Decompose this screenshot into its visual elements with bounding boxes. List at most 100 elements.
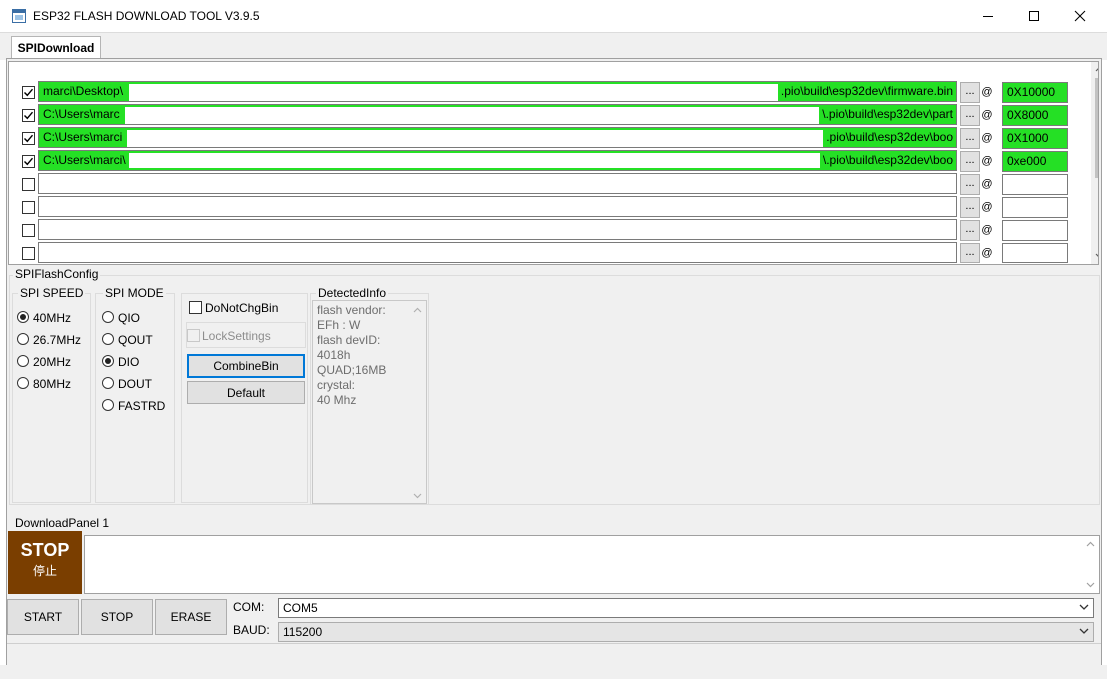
file-checkbox-2[interactable] bbox=[22, 109, 35, 122]
background-window-edge bbox=[1102, 462, 1107, 502]
file-path-input-8[interactable] bbox=[38, 242, 957, 263]
file-checkbox-4[interactable] bbox=[22, 155, 35, 168]
browse-button-2[interactable]: ... bbox=[960, 105, 980, 126]
radio-selected-dot bbox=[105, 358, 111, 364]
file-path-input-5[interactable] bbox=[38, 173, 957, 194]
at-label: @ bbox=[981, 224, 993, 236]
at-label: @ bbox=[981, 86, 993, 98]
tab-strip bbox=[0, 32, 1107, 60]
detected-line: 40 Mhz bbox=[317, 393, 357, 407]
log-scroll-down-icon[interactable] bbox=[1086, 582, 1095, 588]
file-checkbox-6[interactable] bbox=[22, 201, 35, 214]
minimize-button[interactable] bbox=[965, 0, 1011, 32]
log-textarea[interactable] bbox=[84, 535, 1100, 594]
downloadpanel-title: DownloadPanel 1 bbox=[13, 516, 112, 530]
browse-button-6[interactable]: ... bbox=[960, 197, 980, 218]
maximize-icon bbox=[1029, 11, 1039, 21]
address-input-5[interactable] bbox=[1002, 174, 1068, 195]
mode-dout-radio[interactable] bbox=[102, 377, 114, 389]
erase-button[interactable]: ERASE bbox=[155, 599, 227, 635]
com-select[interactable]: COM5 bbox=[278, 598, 1094, 618]
scroll-down-icon[interactable] bbox=[1095, 253, 1099, 259]
mode-fastrd-label[interactable]: FASTRD bbox=[118, 399, 165, 413]
detected-line: 4018h bbox=[317, 348, 351, 362]
close-button[interactable] bbox=[1057, 0, 1103, 32]
mode-qout-radio[interactable] bbox=[102, 333, 114, 345]
browse-button-4[interactable]: ... bbox=[960, 151, 980, 172]
file-checkbox-3[interactable] bbox=[22, 132, 35, 145]
mode-qout-label[interactable]: QOUT bbox=[118, 333, 153, 347]
checkmark-icon bbox=[24, 157, 34, 166]
file-path-input-1[interactable]: marci\Desktop\ .pio\build\esp32dev\firmw… bbox=[38, 81, 957, 102]
status-text-cn: 停止 bbox=[32, 564, 57, 578]
file-path-input-2[interactable]: C:\Users\marc \.pio\build\esp32dev\part bbox=[38, 104, 957, 125]
combinebin-button[interactable]: CombineBin bbox=[187, 354, 305, 378]
donotchgbin-label[interactable]: DoNotChgBin bbox=[205, 301, 278, 315]
close-icon bbox=[1074, 10, 1086, 22]
checkmark-icon bbox=[24, 88, 34, 97]
file-checkbox-1[interactable] bbox=[22, 86, 35, 99]
file-checkbox-7[interactable] bbox=[22, 224, 35, 237]
address-input-4[interactable]: 0xe000 bbox=[1002, 151, 1068, 172]
speed-26-7mhz-radio[interactable] bbox=[17, 333, 29, 345]
checkmark-icon bbox=[24, 111, 34, 120]
file-path-input-4[interactable]: C:\Users\marci\ \.pio\build\esp32dev\boo bbox=[38, 150, 957, 171]
address-input-6[interactable] bbox=[1002, 197, 1068, 218]
spiflashconfig-title: SPIFlashConfig bbox=[13, 267, 101, 281]
detected-line: flash vendor: bbox=[317, 303, 386, 317]
scroll-up-icon[interactable] bbox=[1095, 66, 1099, 72]
address-input-2[interactable]: 0X8000 bbox=[1002, 105, 1068, 126]
address-input-8[interactable] bbox=[1002, 243, 1068, 263]
detected-line: EFh : W bbox=[317, 318, 361, 332]
status-text-en: STOP bbox=[20, 540, 70, 560]
speed-80mhz-radio[interactable] bbox=[17, 377, 29, 389]
detected-scroll-down-icon[interactable] bbox=[413, 493, 422, 499]
locksettings-checkbox[interactable] bbox=[187, 329, 200, 342]
mode-qio-radio[interactable] bbox=[102, 311, 114, 323]
mode-dout-label[interactable]: DOUT bbox=[118, 377, 152, 391]
start-button[interactable]: START bbox=[7, 599, 79, 635]
checkmark-icon bbox=[24, 134, 34, 143]
file-path-input-6[interactable] bbox=[38, 196, 957, 217]
chevron-down-icon bbox=[1079, 604, 1089, 610]
speed-26-7mhz-label[interactable]: 26.7MHz bbox=[33, 333, 81, 347]
scroll-thumb[interactable] bbox=[1095, 78, 1098, 178]
mode-dio-radio[interactable] bbox=[102, 355, 114, 367]
browse-button-7[interactable]: ... bbox=[960, 220, 980, 241]
mode-fastrd-radio[interactable] bbox=[102, 399, 114, 411]
baud-select[interactable]: 115200 bbox=[278, 622, 1094, 642]
browse-button-5[interactable]: ... bbox=[960, 174, 980, 195]
speed-40mhz-label[interactable]: 40MHz bbox=[33, 311, 71, 325]
baud-select-value: 115200 bbox=[283, 625, 323, 639]
mode-dio-label[interactable]: DIO bbox=[118, 355, 139, 369]
status-badge: STOP 停止 bbox=[8, 531, 82, 594]
detected-line: QUAD;16MB bbox=[317, 363, 387, 377]
file-list-scrollbar[interactable] bbox=[1091, 62, 1099, 264]
speed-20mhz-radio[interactable] bbox=[17, 355, 29, 367]
detected-scroll-up-icon[interactable] bbox=[413, 307, 422, 313]
file-checkbox-5[interactable] bbox=[22, 178, 35, 191]
address-input-1[interactable]: 0X10000 bbox=[1002, 82, 1068, 103]
browse-button-1[interactable]: ... bbox=[960, 82, 980, 103]
file-checkbox-8[interactable] bbox=[22, 247, 35, 260]
speed-80mhz-label[interactable]: 80MHz bbox=[33, 377, 71, 391]
stop-button[interactable]: STOP bbox=[81, 599, 153, 635]
donotchgbin-checkbox[interactable] bbox=[189, 301, 202, 314]
file-path-input-3[interactable]: C:\Users\marci .pio\build\esp32dev\boo bbox=[38, 127, 957, 148]
spi-mode-title: SPI MODE bbox=[103, 286, 166, 300]
maximize-button[interactable] bbox=[1011, 0, 1057, 32]
file-path-input-7[interactable] bbox=[38, 219, 957, 240]
tab-spidownload[interactable]: SPIDownload bbox=[11, 36, 101, 58]
com-select-value: COM5 bbox=[283, 601, 318, 615]
browse-button-3[interactable]: ... bbox=[960, 128, 980, 149]
address-input-3[interactable]: 0X1000 bbox=[1002, 128, 1068, 149]
mode-qio-label[interactable]: QIO bbox=[118, 311, 140, 325]
speed-40mhz-radio[interactable] bbox=[17, 311, 29, 323]
browse-button-8[interactable]: ... bbox=[960, 243, 980, 263]
locksettings-label[interactable]: LockSettings bbox=[202, 329, 271, 343]
default-button[interactable]: Default bbox=[187, 381, 305, 404]
log-scroll-up-icon[interactable] bbox=[1086, 541, 1095, 547]
detected-line: crystal: bbox=[317, 378, 356, 392]
address-input-7[interactable] bbox=[1002, 220, 1068, 241]
speed-20mhz-label[interactable]: 20MHz bbox=[33, 355, 71, 369]
